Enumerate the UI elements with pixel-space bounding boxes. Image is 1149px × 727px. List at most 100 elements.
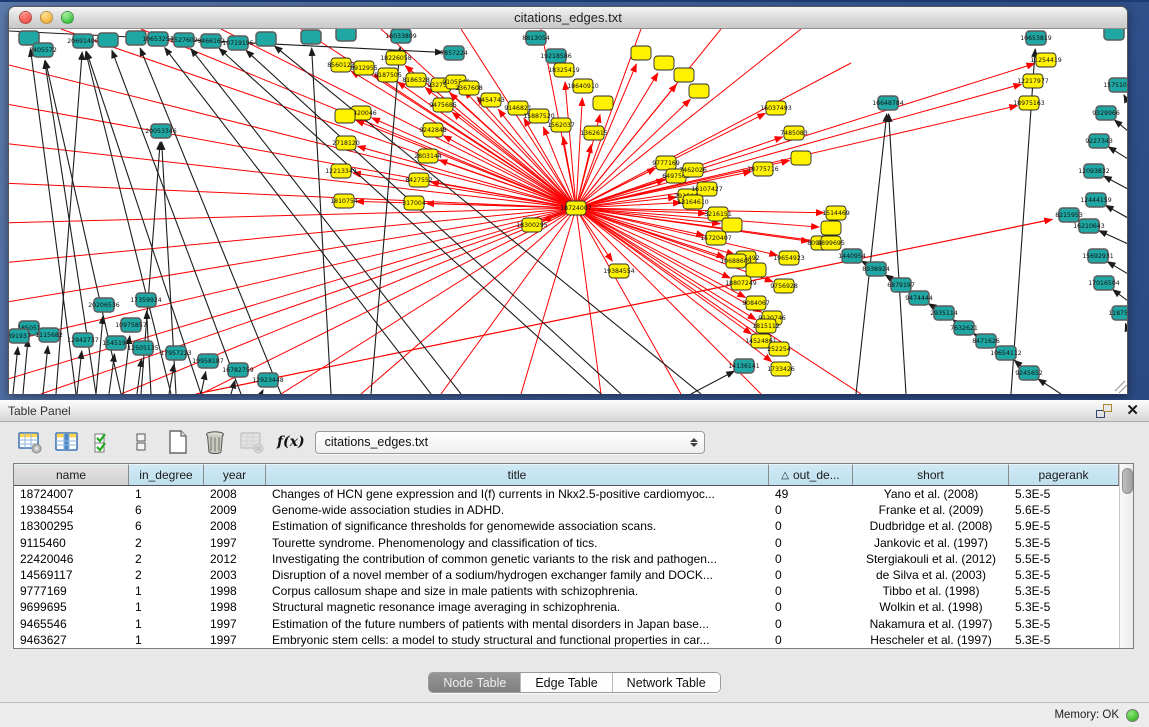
graph-node[interactable]: 1187534 — [1108, 306, 1127, 320]
table-row[interactable]: 911546021997Tourette syndrome. Phenomeno… — [14, 535, 1119, 551]
graph-node[interactable] — [593, 96, 613, 110]
column-selector-icon[interactable] — [53, 428, 81, 456]
graph-node[interactable]: 8454743 — [477, 93, 505, 107]
graph-node[interactable]: 17359924 — [130, 293, 162, 307]
graph-node[interactable]: 2367608 — [455, 81, 483, 95]
graph-node[interactable]: 7462026 — [679, 163, 707, 177]
network-canvas[interactable]: 1872400724055722069140610653257152760294… — [9, 29, 1127, 394]
graph-node[interactable]: 9899695 — [817, 236, 845, 250]
close-panel-icon[interactable]: ✕ — [1126, 404, 1139, 418]
graph-node[interactable] — [791, 151, 811, 165]
graph-node[interactable]: 16782759 — [222, 363, 254, 377]
tab-network-table[interactable]: Network Table — [613, 673, 720, 692]
graph-node[interactable]: 1362615 — [580, 126, 608, 140]
graph-node[interactable]: 20691406 — [67, 34, 99, 48]
graph-node[interactable]: 9474444 — [905, 291, 933, 305]
graph-node[interactable]: 18300295 — [516, 218, 548, 232]
graph-node[interactable]: 16648784 — [872, 96, 904, 110]
table-row[interactable]: 1872400712008Changes of HCN gene express… — [14, 486, 1119, 502]
graph-node[interactable] — [654, 56, 674, 70]
graph-node[interactable]: 2405572 — [29, 43, 57, 57]
graph-node[interactable]: 1733426 — [767, 362, 795, 376]
graph-node[interactable]: 2803144 — [414, 149, 442, 163]
graph-node[interactable]: 19654923 — [773, 251, 805, 265]
graph-node[interactable] — [336, 29, 356, 41]
minimize-window-button[interactable] — [40, 11, 53, 24]
table-vertical-scrollbar[interactable] — [1119, 464, 1133, 648]
graph-node[interactable] — [1104, 29, 1124, 40]
graph-node[interactable]: 7485083 — [780, 126, 808, 140]
graph-node[interactable]: 9242848 — [419, 123, 447, 137]
graph-node[interactable]: 391937 — [9, 329, 31, 343]
graph-node[interactable] — [631, 46, 651, 60]
graph-node[interactable]: 12217977 — [1017, 74, 1049, 88]
column-header-out_de[interactable]: △out_de... — [769, 464, 853, 485]
row-height-icon[interactable] — [127, 428, 155, 456]
new-table-icon[interactable] — [164, 428, 192, 456]
tab-node-table[interactable]: Node Table — [429, 673, 521, 692]
graph-node[interactable]: 12942737 — [67, 333, 99, 347]
graph-node[interactable]: 8471626 — [972, 334, 1000, 348]
graph-node[interactable] — [98, 33, 118, 47]
graph-node[interactable]: 10654112 — [990, 346, 1022, 360]
graph-node[interactable]: 1810754 — [330, 194, 358, 208]
graph-node[interactable] — [335, 109, 355, 123]
select-columns-icon[interactable] — [90, 428, 118, 456]
graph-node[interactable]: 1815112 — [752, 319, 780, 333]
graph-node[interactable] — [689, 84, 709, 98]
graph-node[interactable]: 9475685 — [429, 98, 457, 112]
graph-node[interactable]: 18640910 — [567, 79, 599, 93]
graph-node[interactable]: 1562037 — [547, 118, 575, 132]
graph-node[interactable]: 15751074 — [1103, 78, 1127, 92]
table-row[interactable]: 946362711997Embryonic stem cells: a mode… — [14, 632, 1119, 648]
graph-node[interactable]: 16033809 — [385, 29, 417, 43]
table-row[interactable]: 977716911998Corpus callosum shape and si… — [14, 583, 1119, 599]
graph-node[interactable] — [722, 218, 742, 232]
close-window-button[interactable] — [19, 11, 32, 24]
graph-node[interactable]: 9227343 — [1085, 134, 1113, 148]
graph-node[interactable]: 2935114 — [930, 306, 958, 320]
graph-node[interactable]: 1545194 — [102, 336, 130, 350]
table-select-dropdown[interactable]: citations_edges.txt — [315, 431, 705, 454]
memory-ok-indicator-icon[interactable] — [1126, 709, 1139, 722]
graph-node[interactable]: 252254 — [767, 342, 791, 356]
graph-node[interactable]: 6879197 — [887, 278, 915, 292]
graph-node[interactable]: 16037493 — [760, 101, 792, 115]
table-row[interactable]: 946554611997Estimation of the future num… — [14, 616, 1119, 632]
graph-node[interactable]: 8187505 — [374, 68, 402, 82]
table-row[interactable]: 2242004622012Investigating the contribut… — [14, 551, 1119, 567]
scrollbar-thumb[interactable] — [1122, 468, 1133, 494]
graph-node[interactable] — [301, 30, 321, 44]
graph-node[interactable]: 8427552 — [405, 173, 433, 187]
graph-node[interactable]: 9084067 — [742, 296, 770, 310]
table-row[interactable]: 969969511998Structural magnetic resonanc… — [14, 599, 1119, 615]
tab-edge-table[interactable]: Edge Table — [521, 673, 612, 692]
graph-node[interactable]: 17016504 — [1088, 276, 1120, 290]
zoom-window-button[interactable] — [61, 11, 74, 24]
graph-node[interactable]: 19384554 — [603, 264, 635, 278]
column-header-name[interactable]: name — [14, 464, 129, 485]
graph-node[interactable]: 9756928 — [770, 279, 798, 293]
graph-node[interactable]: 12444159 — [1080, 193, 1112, 207]
graph-node[interactable]: 1527602 — [170, 33, 198, 47]
graph-node[interactable]: 14136141 — [728, 359, 760, 373]
column-header-title[interactable]: title — [266, 464, 769, 485]
graph-node[interactable]: 17957223 — [160, 346, 192, 360]
column-header-short[interactable]: short — [853, 464, 1009, 485]
function-builder-icon[interactable]: f(x) — [277, 434, 305, 450]
graph-node[interactable]: 8938924 — [862, 262, 890, 276]
table-row[interactable]: 1456911722003Disruption of a novel membe… — [14, 567, 1119, 583]
graph-node[interactable]: 8215953 — [1055, 208, 1083, 222]
graph-node[interactable]: 9245652 — [1015, 366, 1043, 380]
citation-network-graph[interactable]: 1872400724055722069140610653257152760294… — [9, 29, 1127, 394]
table-row[interactable]: 1830029562008Estimation of significance … — [14, 518, 1119, 534]
graph-node[interactable]: 20206536 — [88, 298, 120, 312]
graph-node[interactable]: 7857224 — [440, 46, 468, 60]
graph-node[interactable]: 10653819 — [1020, 31, 1052, 45]
graph-node[interactable]: 18325419 — [548, 63, 580, 77]
delete-trash-icon[interactable] — [201, 428, 229, 456]
graph-node[interactable]: 7632621 — [950, 321, 978, 335]
graph-node[interactable]: 10975857 — [115, 318, 147, 332]
graph-node[interactable]: 317004 — [402, 196, 426, 210]
graph-node[interactable]: 9466162 — [197, 34, 225, 48]
